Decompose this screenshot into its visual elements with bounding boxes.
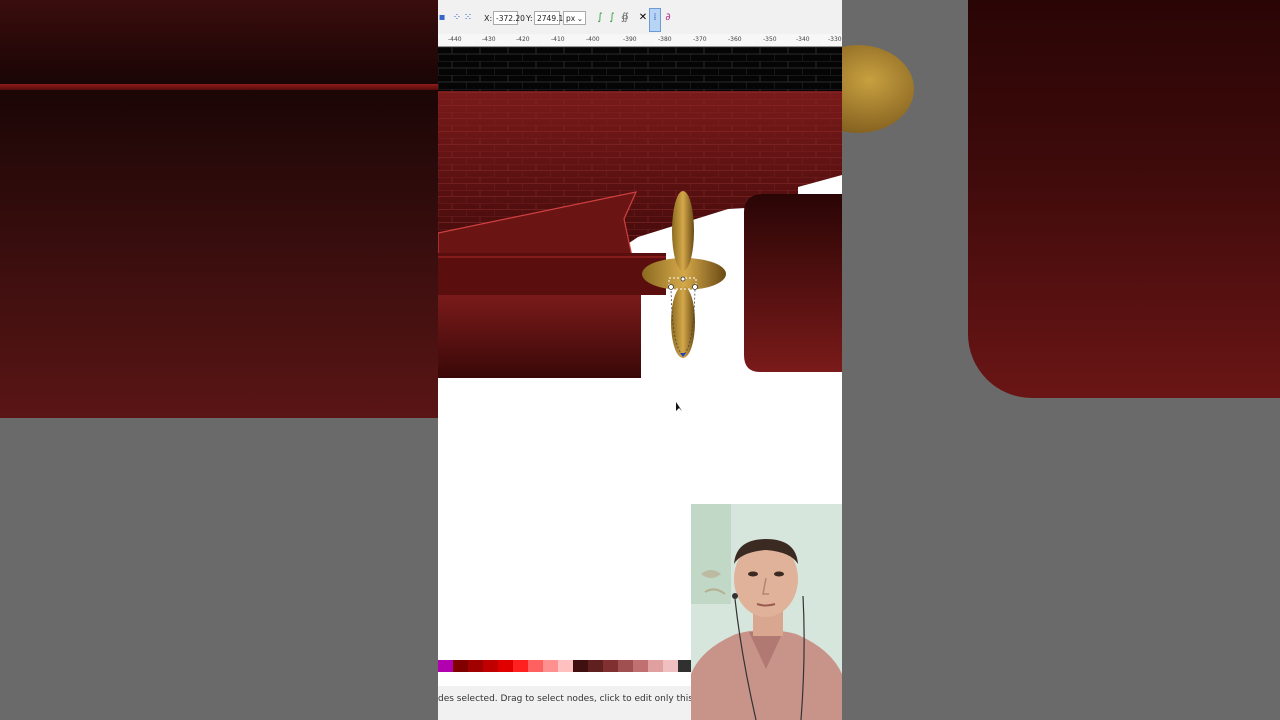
webcam-overlay bbox=[691, 504, 842, 720]
unit-value: px bbox=[566, 14, 576, 23]
ruler-tick: -400 bbox=[586, 36, 600, 43]
edit-path-effect-icon[interactable]: ∂ bbox=[662, 12, 674, 24]
palette-swatch[interactable] bbox=[482, 660, 498, 672]
ruler-tick: -360 bbox=[728, 36, 742, 43]
palette-swatch[interactable] bbox=[572, 660, 588, 672]
black-brick-strip bbox=[438, 47, 842, 91]
blurred-artwork-right bbox=[968, 0, 1280, 398]
horizontal-ruler[interactable]: -440 -430 -420 -410 -400 -390 -380 -370 … bbox=[438, 34, 842, 47]
x-label: X: bbox=[484, 14, 493, 23]
blurred-red-stripe bbox=[0, 84, 438, 90]
presenter-video bbox=[691, 504, 842, 720]
ruler-tick: -430 bbox=[482, 36, 496, 43]
path-node[interactable] bbox=[668, 284, 674, 290]
ruler-tick: -340 bbox=[796, 36, 810, 43]
show-path-outline-icon[interactable]: ∫ bbox=[594, 12, 606, 24]
palette-swatch[interactable] bbox=[617, 660, 633, 672]
delete-node-icon[interactable]: ⁙ bbox=[462, 12, 474, 24]
y-coordinate-input[interactable]: 2749.10 bbox=[534, 11, 568, 25]
palette-swatch[interactable] bbox=[587, 660, 603, 672]
blurred-gold-ellipse bbox=[842, 45, 914, 133]
palette-swatch[interactable] bbox=[512, 660, 528, 672]
ruler-tick: -420 bbox=[516, 36, 530, 43]
path-node[interactable] bbox=[680, 276, 686, 282]
background-blur-left bbox=[0, 0, 438, 720]
transform-handles-icon[interactable]: ✕ bbox=[637, 12, 649, 24]
ruler-tick: -410 bbox=[551, 36, 565, 43]
palette-swatch[interactable] bbox=[467, 660, 483, 672]
path-node[interactable] bbox=[692, 284, 698, 290]
show-handles-icon[interactable]: ∫ bbox=[606, 12, 618, 24]
propeller-shaft bbox=[438, 253, 666, 295]
palette-swatch[interactable] bbox=[662, 660, 678, 672]
tool-controls-bar: ▪ ⁘ ⁙ X: -372.20 Y: 2749.10 px ⌄ ∫ ∫ ∯ ✕ … bbox=[438, 0, 842, 35]
ruler-tick: -390 bbox=[623, 36, 637, 43]
y-label: Y: bbox=[526, 14, 533, 23]
propeller-blade-top bbox=[672, 191, 694, 271]
palette-swatch[interactable] bbox=[602, 660, 618, 672]
propeller-blade-bottom bbox=[671, 286, 695, 358]
palette-swatch[interactable] bbox=[497, 660, 513, 672]
ruler-tick: -380 bbox=[658, 36, 672, 43]
ruler-tick: -370 bbox=[693, 36, 707, 43]
clip-path-icon[interactable]: ∯ bbox=[619, 12, 631, 24]
palette-swatch[interactable] bbox=[632, 660, 648, 672]
ruler-tick: -350 bbox=[763, 36, 777, 43]
lower-hull-left bbox=[438, 295, 641, 378]
lower-hull-right bbox=[744, 194, 842, 372]
background-blur-right bbox=[842, 0, 1280, 720]
mouse-cursor bbox=[676, 402, 682, 411]
show-bbox-icon[interactable]: ⁞ bbox=[649, 12, 661, 24]
ruler-tick: -440 bbox=[448, 36, 462, 43]
unit-select[interactable]: px ⌄ bbox=[563, 11, 586, 25]
x-coordinate-input[interactable]: -372.20 bbox=[493, 11, 525, 25]
palette-swatch[interactable] bbox=[647, 660, 663, 672]
palette-swatch[interactable] bbox=[452, 660, 468, 672]
blurred-artwork-left bbox=[0, 0, 438, 418]
chevron-down-icon: ⌄ bbox=[576, 14, 583, 23]
palette-swatch[interactable] bbox=[438, 660, 453, 672]
palette-swatch[interactable] bbox=[542, 660, 558, 672]
palette-swatch[interactable] bbox=[527, 660, 543, 672]
node-tool-icon[interactable]: ▪ bbox=[438, 12, 448, 24]
palette-swatch[interactable] bbox=[557, 660, 573, 672]
ruler-tick: -330 bbox=[828, 36, 842, 43]
